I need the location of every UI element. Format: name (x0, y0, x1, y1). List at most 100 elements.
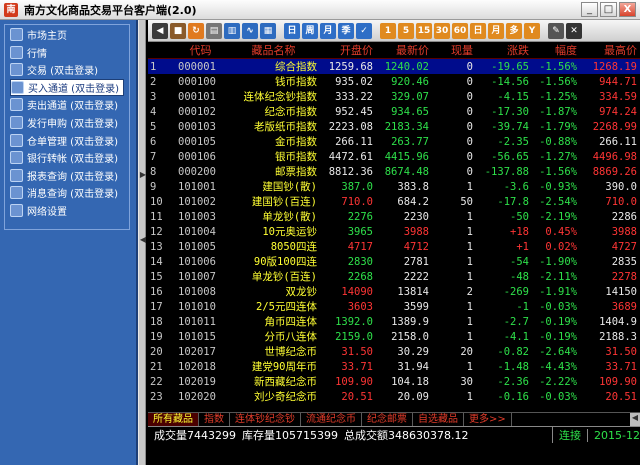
column-header[interactable]: 最新价 (376, 42, 432, 59)
table-row[interactable]: 17 101010 2/5元四连体 3603 3599 1 -1 -0.03% 3689 (148, 299, 640, 314)
formula-icon[interactable]: Y (524, 22, 540, 39)
month-icon[interactable]: 月 (320, 22, 336, 39)
sidebar-item-10[interactable]: 网络设置 (10, 202, 67, 219)
change-percent: -1.87% (539, 105, 577, 118)
table-row[interactable]: 13 101005 8050四连 4717 4712 1 +1 0.02% 4727 (148, 239, 640, 254)
row-index: 9 (150, 180, 157, 193)
item-name: 刘少奇纪念币 (254, 391, 317, 403)
tab-4[interactable]: 纪念邮票 (362, 413, 413, 426)
table-row[interactable]: 5 000103 老版纸币指数 2223.08 2183.34 0 -39.74 -1.79%… (148, 119, 640, 134)
table-row[interactable]: 19 101015 分币八连体 2159.0 2158.0 1 -4.1 -0.19% 2188… (148, 329, 640, 344)
sidebar-item-3[interactable]: 买入通道 (双击登录) (10, 78, 124, 96)
table-row[interactable]: 4 000102 纪念币指数 952.45 934.65 0 -17.30 -1.87% 974… (148, 104, 640, 119)
price-change: -39.74 (491, 120, 529, 133)
table-row[interactable]: 6 000105 金币指数 266.11 263.77 0 -2.35 -0.88% 266.1… (148, 134, 640, 149)
panel-splitter[interactable]: ▶ ◀ (138, 20, 146, 465)
expand-arrow-icon[interactable]: ◀ (139, 235, 147, 244)
column-header[interactable] (148, 42, 174, 59)
price-change: -48 (510, 270, 529, 283)
table-row[interactable]: 12 101004 10元奥运钞 3965 3988 1 +18 0.45% 3988 (148, 224, 640, 239)
change-percent: -0.88% (539, 135, 577, 148)
month-k-icon[interactable]: 月 (488, 22, 504, 39)
table-row[interactable]: 23 102020 刘少奇纪念币 20.51 20.09 1 -0.16 -0.03% 20.5… (148, 389, 640, 404)
table-row[interactable]: 16 101008 双龙钞 14090 13814 2 -269 -1.91% 14150 (148, 284, 640, 299)
maximize-button[interactable]: □ (600, 2, 617, 17)
column-header[interactable]: 幅度 (532, 42, 580, 59)
sidebar-item-8[interactable]: 报表查询 (双击登录) (10, 167, 118, 184)
min15-icon[interactable]: 15 (416, 22, 432, 39)
table-row[interactable]: 7 000106 银币指数 4472.61 4415.96 0 -56.65 -1.27% 44… (148, 149, 640, 164)
table-row[interactable]: 15 101007 单龙钞(百连) 2268 2222 1 -48 -2.11% 2278 (148, 269, 640, 284)
day-k-icon[interactable]: 日 (470, 22, 486, 39)
season-icon[interactable]: 季 (338, 22, 354, 39)
open-price: 4472.61 (328, 150, 373, 163)
sidebar-item-icon (10, 151, 23, 165)
table-row[interactable]: 20 102017 世博纪念币 31.50 30.29 20 -0.82 -2.64% 31.5… (148, 344, 640, 359)
table-row[interactable]: 18 101011 角币四连体 1392.0 1389.9 1 -2.7 -0.19% 1404… (148, 314, 640, 329)
column-header[interactable]: 现量 (432, 42, 476, 59)
table-row[interactable]: 11 101003 单龙钞(散) 2276 2230 1 -50 -2.19% 2286 (148, 209, 640, 224)
sidebar-item-4[interactable]: 卖出通道 (双击登录) (10, 96, 118, 113)
tab-2[interactable]: 连体钞纪念钞 (230, 413, 301, 426)
item-code: 101004 (178, 225, 216, 238)
table-row[interactable]: 10 101002 建国钞(百连) 710.0 684.2 50 -17.8 -2.54% 71… (148, 194, 640, 209)
min30-icon[interactable]: 30 (434, 22, 450, 39)
arrow-left-icon[interactable]: ◀ (152, 22, 168, 39)
min5-icon[interactable]: 5 (398, 22, 414, 39)
close-tool-icon[interactable]: ✕ (566, 22, 582, 39)
week-icon[interactable]: 周 (302, 22, 318, 39)
table-row[interactable]: 9 101001 建国钞(散) 387.0 383.8 1 -3.6 -0.93% 390.0 (148, 179, 640, 194)
row-index: 18 (150, 315, 163, 328)
open-price: 935.02 (335, 75, 373, 88)
last-price: 2183.34 (384, 120, 429, 133)
table-row[interactable]: 2 000100 钱币指数 935.02 920.46 0 -14.56 -1.56% 944.… (148, 74, 640, 89)
tab-6[interactable]: 更多>> (464, 413, 512, 426)
sidebar-item-9[interactable]: 消息查询 (双击登录) (10, 184, 118, 201)
refresh-icon[interactable]: ↻ (188, 22, 204, 39)
current-volume: 1 (466, 360, 473, 373)
high-price: 2286 (611, 210, 637, 223)
sidebar-item-2[interactable]: 交易 (双击登录) (10, 61, 98, 78)
table-row[interactable]: 21 102018 建党90周年币 33.71 31.94 1 -1.48 -4.43% 33.… (148, 359, 640, 374)
document-icon[interactable]: ▤ (206, 22, 222, 39)
sidebar-item-6[interactable]: 仓单管理 (双击登录) (10, 132, 118, 149)
tab-1[interactable]: 指数 (199, 413, 230, 426)
min1-icon[interactable]: 1 (380, 22, 396, 39)
sidebar-item-5[interactable]: 发行申购 (双击登录) (10, 114, 118, 131)
table-row[interactable]: 14 101006 90版100四连 2830 2781 1 -54 -1.90% 2835 (148, 254, 640, 269)
column-header[interactable]: 代码 (174, 42, 230, 59)
sidebar-item-0[interactable]: 市场主页 (10, 26, 67, 43)
high-price: 710.0 (605, 195, 637, 208)
column-header[interactable]: 开盘价 (320, 42, 376, 59)
multi-icon[interactable]: 多 (506, 22, 522, 39)
column-header[interactable]: 最高价 (580, 42, 640, 59)
grid-icon[interactable]: ▦ (260, 22, 276, 39)
table-row[interactable]: 1 000001 综合指数 1259.68 1240.02 0 -19.65 -1.56% 12… (148, 58, 640, 74)
table-row[interactable]: 3 000101 连体纪念钞指数 333.22 329.07 0 -4.15 -1.25% 33… (148, 89, 640, 104)
sidebar-item-1[interactable]: 行情 (10, 44, 47, 61)
last-price: 2781 (403, 255, 429, 268)
table-row[interactable]: 8 000200 邮票指数 8812.36 8674.48 0 -137.88 -1.56% 8… (148, 164, 640, 179)
tab-scroll-left-icon[interactable]: ◀ (630, 413, 640, 426)
sidebar-item-7[interactable]: 银行转帐 (双击登录) (10, 149, 118, 166)
minimize-button[interactable]: _ (581, 2, 598, 17)
column-header[interactable]: 藏品名称 (230, 42, 320, 59)
line-chart-icon[interactable]: ∿ (242, 22, 258, 39)
tab-3[interactable]: 流通纪念币 (301, 413, 362, 426)
change-percent: 0.45% (545, 225, 577, 238)
table-row[interactable]: 22 102019 新西藏纪念币 109.90 104.18 30 -2.36 -2.22% 1… (148, 374, 640, 389)
cube-icon[interactable]: ■ (170, 22, 186, 39)
tab-5[interactable]: 自选藏品 (413, 413, 464, 426)
app-icon: 南 (4, 2, 18, 17)
close-button[interactable]: X (619, 2, 636, 17)
tab-0[interactable]: 所有藏品 (148, 413, 199, 426)
price-change: -1.48 (497, 360, 529, 373)
column-header[interactable]: 涨跌 (476, 42, 532, 59)
day-icon[interactable]: 日 (284, 22, 300, 39)
chart-icon[interactable]: ▥ (224, 22, 240, 39)
collapse-arrow-icon[interactable]: ▶ (139, 170, 147, 179)
sidebar-item-icon (10, 168, 23, 182)
draw-icon[interactable]: ✎ (548, 22, 564, 39)
bookmark-icon[interactable]: ✓ (356, 22, 372, 39)
min60-icon[interactable]: 60 (452, 22, 468, 39)
